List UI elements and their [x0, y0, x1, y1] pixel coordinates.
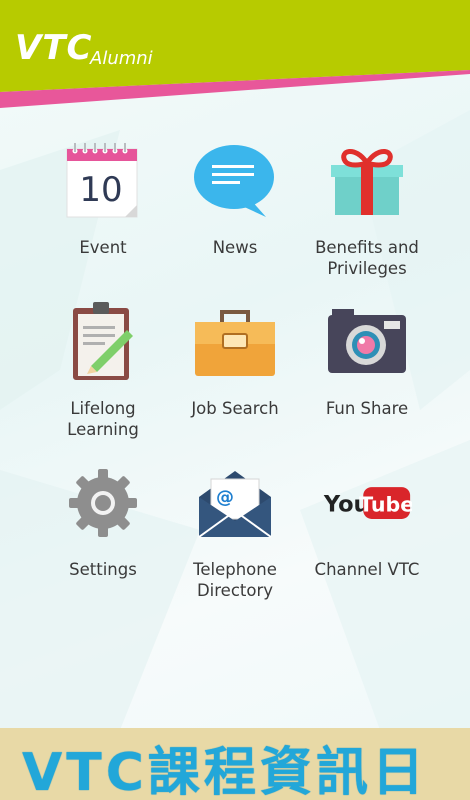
at-symbol: @	[216, 487, 234, 508]
envelope-icon: @	[190, 458, 280, 548]
menu-label-job-search: Job Search	[191, 399, 279, 418]
menu-label-fun-share: Fun Share	[325, 399, 409, 418]
menu-tile-settings[interactable]: Settings	[37, 454, 169, 615]
menu-grid: 10 Event News Benefits and Privileges Li…	[37, 132, 433, 615]
menu-tile-lifelong-learning[interactable]: Lifelong Learning	[37, 293, 169, 454]
banner-text: VTC課程資訊日	[22, 743, 428, 800]
menu-tile-news[interactable]: News	[169, 132, 301, 293]
menu-label-lifelong-learning: Lifelong Learning	[67, 399, 139, 439]
app-header: VTC Alumni	[0, 0, 470, 108]
menu-label-telephone-directory: Telephone Directory	[193, 560, 277, 600]
promo-banner[interactable]: VTC課程資訊日	[0, 728, 470, 800]
calendar-icon: 10	[58, 136, 148, 226]
menu-tile-job-search[interactable]: Job Search	[169, 293, 301, 454]
menu-label-event: Event	[79, 238, 127, 257]
menu-tile-channel-vtc[interactable]: You Tube Channel VTC	[301, 454, 433, 615]
vtc-logo: VTC	[15, 28, 93, 68]
menu-tile-event[interactable]: 10 Event	[37, 132, 169, 293]
alumni-logo-text: Alumni	[90, 48, 153, 69]
gear-icon	[58, 458, 148, 548]
speech-bubble-icon	[190, 136, 280, 226]
menu-label-benefits: Benefits and Privileges	[315, 238, 419, 278]
briefcase-icon	[190, 297, 280, 387]
gift-icon	[322, 136, 412, 226]
calendar-date: 10	[79, 170, 122, 210]
youtube-tube-text: Tube	[359, 492, 412, 516]
menu-label-settings: Settings	[69, 560, 137, 579]
menu-label-news: News	[212, 238, 258, 257]
camera-icon	[322, 297, 412, 387]
clipboard-icon	[58, 297, 148, 387]
youtube-icon: You Tube	[322, 458, 412, 548]
menu-tile-fun-share[interactable]: Fun Share	[301, 293, 433, 454]
menu-label-channel-vtc: Channel VTC	[314, 560, 420, 579]
menu-tile-telephone-directory[interactable]: @ Telephone Directory	[169, 454, 301, 615]
menu-tile-benefits[interactable]: Benefits and Privileges	[301, 132, 433, 293]
